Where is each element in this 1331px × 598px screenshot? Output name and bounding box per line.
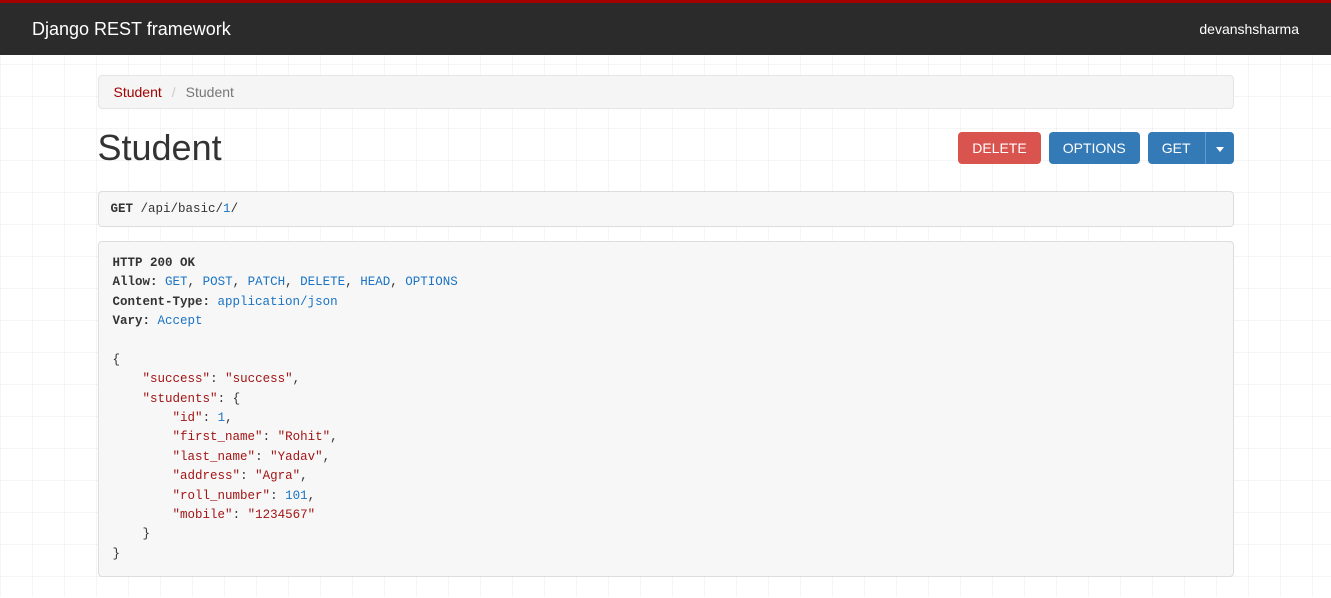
vary-value: Accept (158, 314, 203, 328)
breadcrumb-separator: / (172, 84, 176, 100)
delete-button[interactable]: DELETE (958, 132, 1040, 164)
allow-value: DELETE (300, 275, 345, 289)
brand-link[interactable]: Django REST framework (32, 19, 231, 40)
request-method: GET (111, 202, 134, 216)
content-type-label: Content-Type: (113, 295, 211, 309)
breadcrumb-current: Student (186, 84, 234, 100)
vary-label: Vary: (113, 314, 151, 328)
breadcrumb: Student / Student (98, 75, 1234, 109)
request-line: GET /api/basic/1/ (98, 191, 1234, 227)
content-type-value: application/json (218, 295, 338, 309)
action-buttons: DELETE OPTIONS GET (958, 132, 1233, 164)
page-title: Student (98, 127, 222, 169)
request-path-suffix: / (231, 202, 239, 216)
allow-label: Allow: (113, 275, 158, 289)
allow-value: HEAD (360, 275, 390, 289)
allow-value: OPTIONS (405, 275, 458, 289)
navbar: Django REST framework devanshsharma (0, 3, 1331, 55)
response-block: HTTP 200 OK Allow: GET, POST, PATCH, DEL… (98, 241, 1234, 577)
status-line: HTTP 200 OK (113, 256, 196, 270)
allow-value: PATCH (248, 275, 286, 289)
allow-value: POST (203, 275, 233, 289)
user-menu[interactable]: devanshsharma (1199, 21, 1299, 37)
chevron-down-icon (1216, 147, 1224, 152)
options-button[interactable]: OPTIONS (1049, 132, 1140, 164)
get-dropdown-toggle[interactable] (1205, 132, 1234, 164)
get-button[interactable]: GET (1148, 132, 1205, 164)
request-path-id: 1 (223, 202, 231, 216)
allow-value: GET (165, 275, 188, 289)
breadcrumb-root[interactable]: Student (114, 84, 162, 100)
request-path-prefix: /api/basic/ (141, 202, 224, 216)
